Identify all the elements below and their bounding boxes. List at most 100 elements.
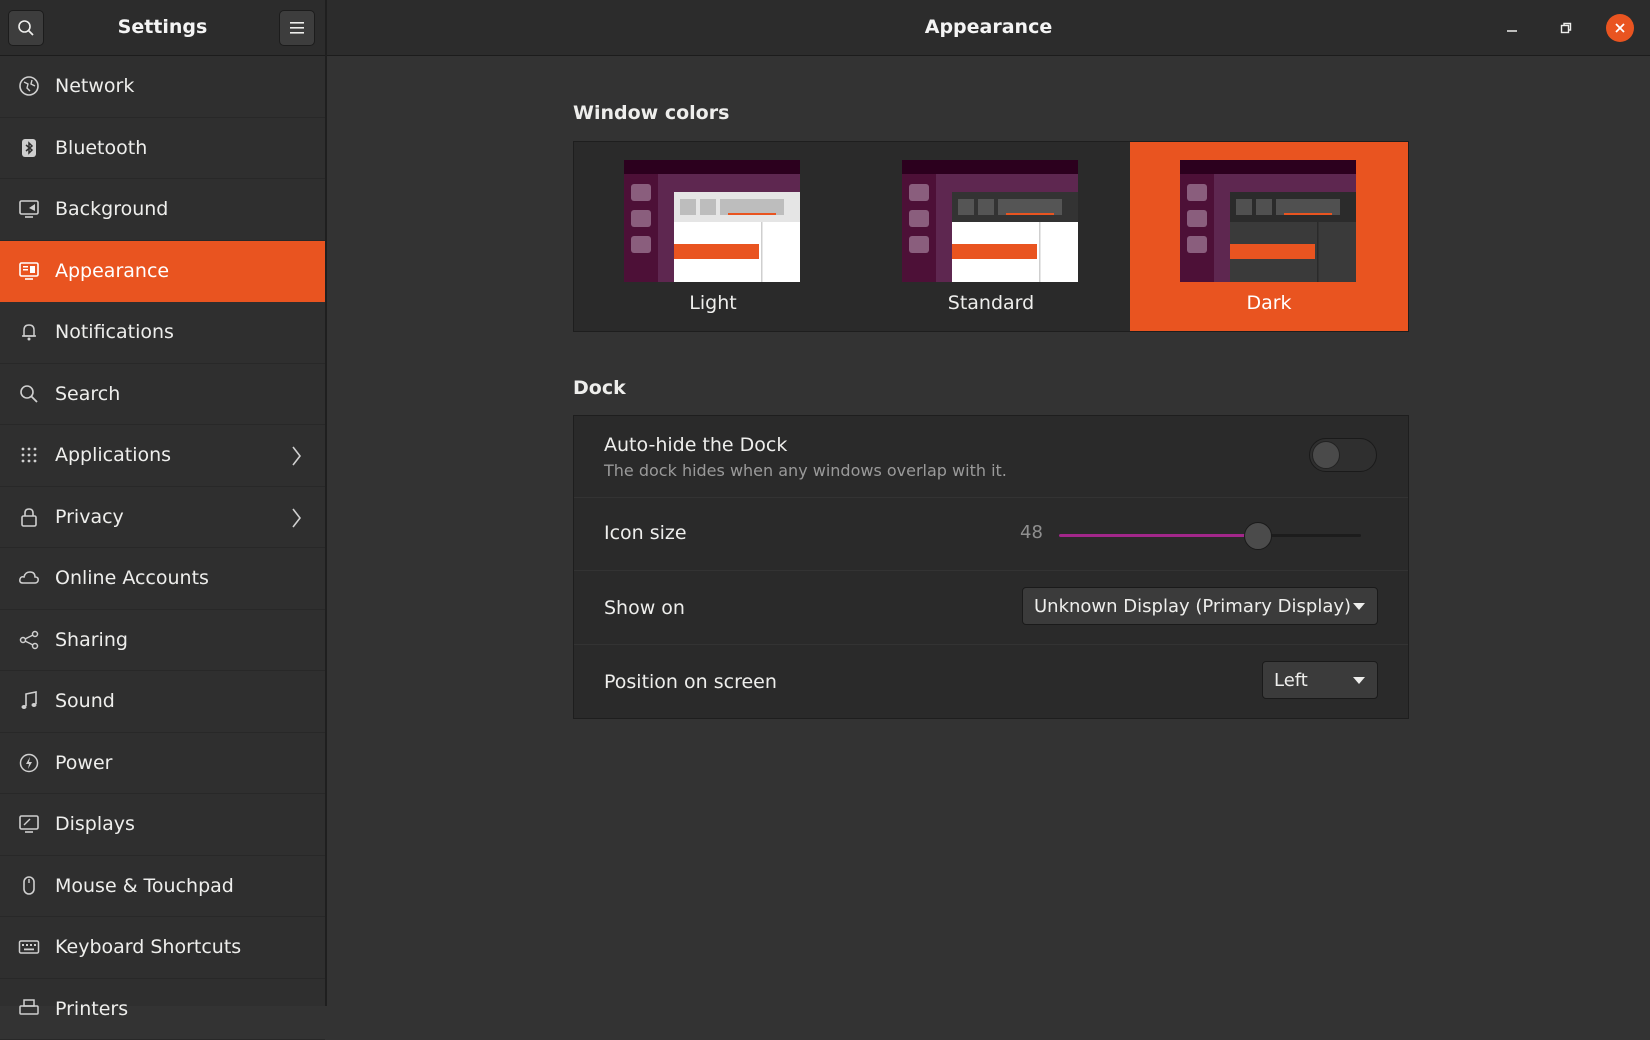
hamburger-menu-icon <box>290 22 304 34</box>
printer-icon <box>17 997 41 1021</box>
keyboard-icon <box>17 935 41 959</box>
power-icon <box>17 751 41 775</box>
theme-label: Standard <box>852 292 1130 314</box>
sidebar-item-label: Displays <box>55 813 135 835</box>
sidebar-item-label: Sharing <box>55 629 128 651</box>
chevron-right-icon <box>289 507 303 529</box>
sidebar: Settings Network Bluetooth Background Ap… <box>0 0 327 1006</box>
position-value: Left <box>1274 670 1308 691</box>
share-icon <box>17 628 41 652</box>
sidebar-item-label: Bluetooth <box>55 137 147 159</box>
sidebar-item-label: Search <box>55 383 120 405</box>
sidebar-item-label: Keyboard Shortcuts <box>55 936 241 958</box>
icon-size-label: Icon size <box>604 522 687 544</box>
sidebar-item-sound[interactable]: Sound <box>0 671 325 733</box>
toggle-knob <box>1312 441 1340 469</box>
sidebar-item-notifications[interactable]: Notifications <box>0 302 325 364</box>
position-row: Position on screen Left <box>574 645 1408 718</box>
display-icon <box>17 812 41 836</box>
sidebar-item-mouse-touchpad[interactable]: Mouse & Touchpad <box>0 856 325 918</box>
sidebar-item-label: Online Accounts <box>55 567 209 589</box>
sidebar-title: Settings <box>60 16 265 38</box>
position-dropdown[interactable]: Left <box>1262 661 1378 699</box>
sidebar-item-label: Privacy <box>55 506 124 528</box>
sidebar-item-privacy[interactable]: Privacy <box>0 487 325 549</box>
show-on-row: Show on Unknown Display (Primary Display… <box>574 571 1408 645</box>
theme-option-light[interactable]: Light <box>574 142 852 331</box>
window-colors-title: Window colors <box>573 102 729 124</box>
sidebar-item-sharing[interactable]: Sharing <box>0 610 325 672</box>
theme-dark-preview <box>1180 160 1356 282</box>
dock-title: Dock <box>573 377 626 399</box>
position-label: Position on screen <box>604 671 777 693</box>
sidebar-item-keyboard-shortcuts[interactable]: Keyboard Shortcuts <box>0 917 325 979</box>
theme-option-standard[interactable]: Standard <box>852 142 1130 331</box>
appearance-icon <box>17 259 41 283</box>
icon-size-row: Icon size 48 <box>574 498 1408 571</box>
theme-label: Dark <box>1130 292 1408 314</box>
show-on-value: Unknown Display (Primary Display) <box>1034 596 1351 617</box>
mouse-icon <box>17 874 41 898</box>
page-title: Appearance <box>327 16 1650 38</box>
restore-icon <box>1559 21 1573 35</box>
minimize-button[interactable] <box>1498 14 1526 42</box>
sidebar-item-bluetooth[interactable]: Bluetooth <box>0 118 325 180</box>
sidebar-item-label: Background <box>55 198 168 220</box>
search-button[interactable] <box>8 10 44 46</box>
bell-icon <box>17 320 41 344</box>
sidebar-item-label: Appearance <box>55 260 169 282</box>
bluetooth-icon <box>17 136 41 160</box>
dock-settings-list: Auto-hide the Dock The dock hides when a… <box>573 415 1409 719</box>
sidebar-item-network[interactable]: Network <box>0 56 325 118</box>
auto-hide-description: The dock hides when any windows overlap … <box>604 461 1007 480</box>
theme-label: Light <box>574 292 852 314</box>
sidebar-item-applications[interactable]: Applications <box>0 425 325 487</box>
window-colors-selector: Light Standard <box>573 141 1409 332</box>
restore-button[interactable] <box>1552 14 1580 42</box>
background-icon <box>17 197 41 221</box>
minimize-icon <box>1505 21 1519 35</box>
search-icon <box>17 382 41 406</box>
network-icon <box>17 74 41 98</box>
close-icon <box>1614 22 1626 34</box>
sidebar-item-search[interactable]: Search <box>0 364 325 426</box>
sidebar-item-background[interactable]: Background <box>0 179 325 241</box>
sidebar-item-label: Power <box>55 752 112 774</box>
dropdown-arrow-icon <box>1353 677 1365 684</box>
sidebar-item-label: Notifications <box>55 321 174 343</box>
search-icon <box>17 19 35 37</box>
chevron-right-icon <box>289 445 303 467</box>
dropdown-arrow-icon <box>1353 603 1365 610</box>
icon-size-slider-track[interactable] <box>1059 534 1361 537</box>
sidebar-item-label: Sound <box>55 690 115 712</box>
show-on-dropdown[interactable]: Unknown Display (Primary Display) <box>1022 587 1378 625</box>
sidebar-item-label: Mouse & Touchpad <box>55 875 234 897</box>
cloud-icon <box>17 566 41 590</box>
header-bar: Appearance <box>327 0 1650 56</box>
grid-icon <box>17 443 41 467</box>
auto-hide-row: Auto-hide the Dock The dock hides when a… <box>574 416 1408 498</box>
sidebar-item-label: Network <box>55 75 134 97</box>
menu-button[interactable] <box>279 10 315 46</box>
auto-hide-label: Auto-hide the Dock <box>604 434 787 456</box>
auto-hide-toggle[interactable] <box>1309 438 1377 472</box>
close-button[interactable] <box>1606 14 1634 42</box>
icon-size-value: 48 <box>1020 522 1043 543</box>
sidebar-item-label: Applications <box>55 444 171 466</box>
icon-size-slider-handle[interactable] <box>1244 522 1272 550</box>
lock-icon <box>17 505 41 529</box>
icon-size-slider-fill <box>1059 534 1258 537</box>
sidebar-item-printers[interactable]: Printers <box>0 979 325 1040</box>
sidebar-item-online-accounts[interactable]: Online Accounts <box>0 548 325 610</box>
sidebar-item-label: Printers <box>55 998 128 1020</box>
sidebar-header: Settings <box>0 0 325 56</box>
sidebar-nav: Network Bluetooth Background Appearance … <box>0 56 325 1040</box>
theme-standard-preview <box>902 160 1078 282</box>
sidebar-item-power[interactable]: Power <box>0 733 325 795</box>
sidebar-item-appearance[interactable]: Appearance <box>0 241 325 303</box>
sidebar-item-displays[interactable]: Displays <box>0 794 325 856</box>
show-on-label: Show on <box>604 597 685 619</box>
theme-light-preview <box>624 160 800 282</box>
music-note-icon <box>17 689 41 713</box>
theme-option-dark[interactable]: Dark <box>1130 142 1408 331</box>
